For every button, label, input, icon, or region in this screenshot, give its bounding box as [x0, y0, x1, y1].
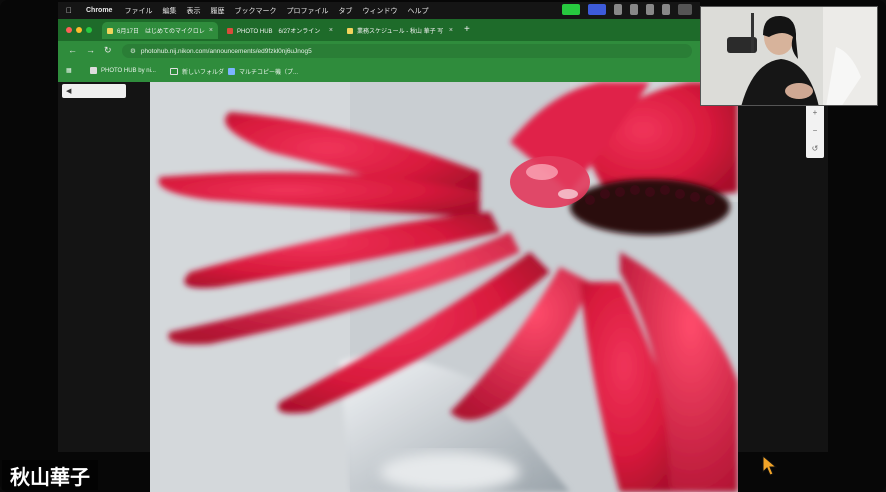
tab-photohub-event[interactable]: 6月17日 はじめてのマイクロレ × [102, 22, 218, 39]
forward-arrow-icon[interactable]: → [86, 45, 95, 55]
menu-status-icons [562, 4, 692, 15]
mouse-cursor-icon [762, 455, 778, 476]
bookmarks-bar: ▦ PHOTO HUB by ni... 新しいフォルダ マルチコピー機（プ..… [58, 61, 700, 82]
apple-menu-icon[interactable]:  [66, 6, 76, 15]
menu-profile[interactable]: プロファイル [286, 6, 328, 16]
maximize-window-button[interactable] [86, 27, 92, 33]
bookmark-multicopy[interactable]: マルチコピー機（プ... [228, 67, 298, 76]
back-label: ◀ [66, 88, 72, 95]
menu-edit[interactable]: 編集 [162, 6, 176, 16]
screen-share-icon[interactable] [588, 4, 606, 15]
tab-gmail[interactable]: PHOTO HUB 6/27オンライン × [222, 22, 338, 39]
zoom-in-button[interactable]: + [806, 104, 824, 122]
macos-menu-bar:  Chrome ファイル 編集 表示 履歴 ブックマーク プロファイル タブ … [58, 2, 700, 19]
minimize-window-button[interactable] [76, 27, 82, 33]
viewer-back-button[interactable]: ◀ [62, 84, 126, 98]
bookmark-label: マルチコピー機（プ... [239, 70, 299, 76]
presenter-webcam [700, 6, 878, 106]
address-bar[interactable]: ⚙ photohub.nij.nikon.com/announcements/e… [122, 44, 692, 58]
zoom-share-icon[interactable] [562, 4, 580, 15]
zoom-reset-button[interactable]: ↺ [806, 140, 824, 158]
menu-history[interactable]: 履歴 [210, 6, 224, 16]
tab-label: 業務スケジュール - 秋山 華子 写 [357, 29, 444, 35]
tab-favicon-icon [107, 27, 113, 34]
close-window-button[interactable] [66, 27, 72, 33]
close-tab-icon[interactable]: × [445, 27, 453, 34]
menu-file[interactable]: ファイル [124, 6, 152, 16]
menu-bookmarks[interactable]: ブックマーク [234, 6, 276, 16]
menu-tab[interactable]: タブ [338, 6, 352, 16]
viewer-left-panel [58, 82, 150, 452]
browser-toolbar: ← → ↻ ⚙ photohub.nij.nikon.com/announcem… [58, 41, 700, 61]
status-icon[interactable] [678, 4, 692, 15]
menu-window[interactable]: ウィンドウ [362, 6, 397, 16]
tab-bar: 6月17日 はじめてのマイクロレ × PHOTO HUB 6/27オンライン ×… [58, 19, 700, 41]
browser-window: 6月17日 はじめてのマイクロレ × PHOTO HUB 6/27オンライン ×… [58, 19, 700, 82]
menu-help[interactable]: ヘルプ [407, 6, 428, 16]
flower-image [150, 82, 738, 492]
status-icon[interactable] [662, 4, 670, 15]
folder-icon [170, 68, 178, 75]
bookmark-favicon-icon [90, 67, 97, 74]
presenter-video-image [701, 7, 877, 105]
menu-view[interactable]: 表示 [186, 6, 200, 16]
site-info-icon[interactable]: ⚙ [130, 47, 136, 55]
screen-share-frame:  Chrome ファイル 編集 表示 履歴 ブックマーク プロファイル タブ … [0, 0, 886, 492]
close-tab-icon[interactable]: × [205, 27, 213, 34]
new-tab-icon[interactable]: + [464, 24, 470, 35]
bookmark-label: PHOTO HUB by ni... [101, 67, 156, 74]
menu-app-name[interactable]: Chrome [86, 7, 112, 14]
tab-label: 6月17日 はじめてのマイクロレ [117, 29, 205, 35]
window-controls [66, 27, 92, 33]
status-icon[interactable] [614, 4, 622, 15]
status-icon[interactable] [630, 4, 638, 15]
bookmark-photohub[interactable]: PHOTO HUB by ni... [90, 67, 156, 74]
bookmark-favicon-icon [228, 68, 235, 75]
participant-name: 秋山華子 [10, 464, 90, 489]
address-url: photohub.nij.nikon.com/announcements/ed9… [140, 47, 312, 55]
sheets-favicon-icon [347, 27, 353, 34]
reload-icon[interactable]: ↻ [104, 45, 112, 56]
tab-label: PHOTO HUB 6/27オンライン [237, 29, 321, 35]
close-tab-icon[interactable]: × [325, 27, 333, 34]
zoom-out-button[interactable]: − [806, 122, 824, 140]
gmail-favicon-icon [227, 27, 233, 34]
bookmark-label: 新しいフォルダ [182, 70, 225, 76]
back-arrow-icon[interactable]: ← [68, 45, 77, 55]
zoom-controls: + − ↺ [806, 104, 824, 158]
tab-schedule[interactable]: 業務スケジュール - 秋山 華子 写 × [342, 22, 458, 39]
status-icon[interactable] [646, 4, 654, 15]
gerbera-photo [150, 82, 738, 492]
bookmark-new-folder[interactable]: 新しいフォルダ [170, 67, 224, 76]
participant-name-badge: 秋山華子 [2, 460, 98, 490]
apps-grid-icon[interactable]: ▦ [66, 67, 72, 74]
